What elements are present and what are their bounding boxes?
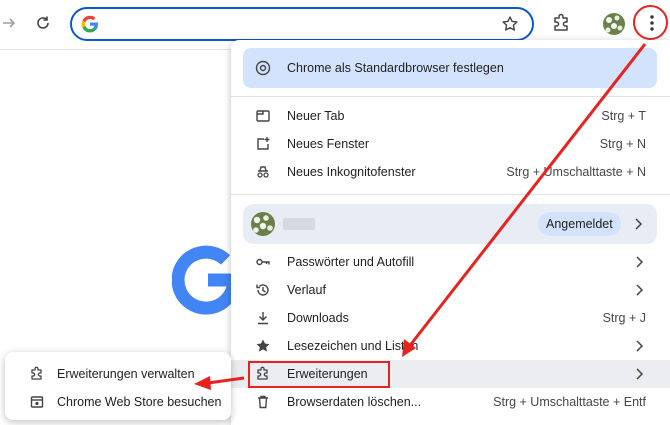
annotation-circle <box>633 5 668 40</box>
set-default-browser-button[interactable]: Chrome als Standardbrowser festlegen <box>243 48 657 88</box>
profile-card[interactable]: Angemeldet <box>243 204 657 244</box>
menu-item-label: Lesezeichen und Listen <box>287 339 419 353</box>
menu-item-shortcut: Strg + J <box>602 311 646 325</box>
set-default-browser-label: Chrome als Standardbrowser festlegen <box>287 61 504 75</box>
key-icon <box>255 254 271 270</box>
chevron-right-icon <box>635 218 643 230</box>
menu-item-shortcut: Strg + Umschalttaste + Entf <box>493 395 646 409</box>
new-window-icon <box>255 136 271 152</box>
extensions-icon <box>29 366 45 382</box>
star-icon <box>255 338 271 354</box>
web-store-icon <box>29 394 45 410</box>
submenu-item-web-store[interactable]: Chrome Web Store besuchen <box>5 388 231 416</box>
menu-item-label: Downloads <box>287 311 349 325</box>
menu-item-label: Neuer Tab <box>287 109 345 123</box>
menu-item-shortcut: Strg + N <box>599 137 646 151</box>
extensions-icon[interactable] <box>550 12 572 34</box>
menu-item-history[interactable]: Verlauf <box>231 276 670 304</box>
bookmark-star-icon[interactable] <box>501 15 519 33</box>
incognito-icon <box>255 164 271 180</box>
menu-item-label: Neues Inkognitofenster <box>287 165 416 179</box>
menu-item-incognito[interactable]: Neues Inkognitofenster Strg + Umschaltta… <box>231 158 670 186</box>
annotation-highlight <box>248 361 390 388</box>
divider <box>231 194 670 195</box>
menu-item-clear-data[interactable]: Browserdaten löschen... Strg + Umschaltt… <box>231 388 670 416</box>
google-g-icon <box>81 15 98 33</box>
download-icon <box>255 310 271 326</box>
submenu-item-label: Chrome Web Store besuchen <box>57 395 222 409</box>
menu-item-label: Verlauf <box>287 283 326 297</box>
menu-item-new-tab[interactable]: Neuer Tab Strg + T <box>231 102 670 130</box>
profile-avatar[interactable] <box>603 13 625 35</box>
profile-name-redacted <box>283 218 315 230</box>
menu-item-shortcut: Strg + Umschalttaste + N <box>506 165 646 179</box>
menu-item-passwords[interactable]: Passwörter und Autofill <box>231 248 670 276</box>
divider <box>231 96 670 97</box>
history-icon <box>255 282 271 298</box>
chevron-right-icon <box>636 284 644 296</box>
trash-icon <box>255 394 271 410</box>
submenu-item-label: Erweiterungen verwalten <box>57 367 195 381</box>
menu-item-label: Passwörter und Autofill <box>287 255 415 269</box>
submenu-item-manage-extensions[interactable]: Erweiterungen verwalten <box>5 360 231 388</box>
extensions-submenu: Erweiterungen verwalten Chrome Web Store… <box>5 352 231 420</box>
chevron-right-icon <box>636 256 644 268</box>
menu-item-label: Neues Fenster <box>287 137 369 151</box>
chrome-icon <box>255 60 271 76</box>
chevron-right-icon <box>636 368 644 380</box>
address-bar[interactable] <box>70 7 534 41</box>
chevron-right-icon <box>636 340 644 352</box>
avatar <box>251 212 275 236</box>
menu-item-label: Browserdaten löschen... <box>287 395 422 409</box>
menu-item-downloads[interactable]: Downloads Strg + J <box>231 304 670 332</box>
menu-item-shortcut: Strg + T <box>601 109 646 123</box>
menu-item-bookmarks[interactable]: Lesezeichen und Listen <box>231 332 670 360</box>
status-badge: Angemeldet <box>538 212 621 236</box>
reload-icon[interactable] <box>30 10 56 36</box>
menu-item-new-window[interactable]: Neues Fenster Strg + N <box>231 130 670 158</box>
new-tab-icon <box>255 108 271 124</box>
forward-icon[interactable] <box>0 10 22 36</box>
